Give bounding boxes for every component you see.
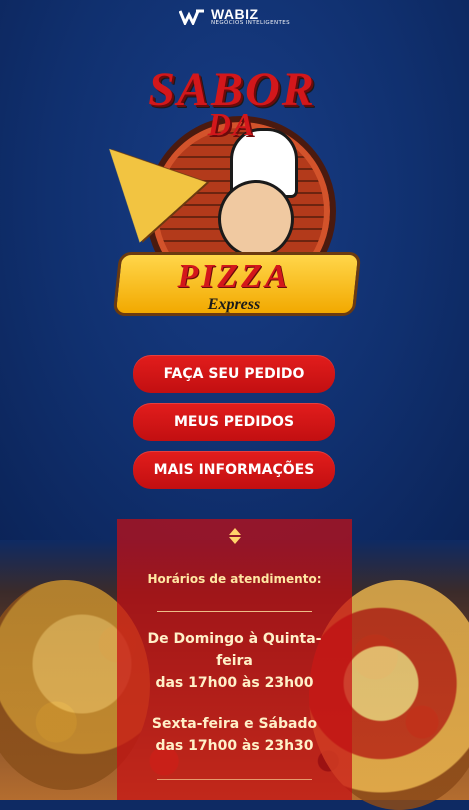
chevron-up-down-icon[interactable] bbox=[117, 527, 352, 548]
hours-line-4: Sexta-feira e Sábado bbox=[151, 716, 318, 732]
wabiz-brand-mark: WABIZ NEGÓCIOS INTELIGENTES bbox=[178, 7, 290, 27]
chef-face-graphic bbox=[218, 180, 294, 258]
hours-divider bbox=[157, 611, 312, 612]
hours-title: Horários de atendimento: bbox=[147, 572, 322, 586]
wabiz-logo-icon bbox=[178, 9, 205, 25]
logo-title-line2: DA bbox=[207, 106, 257, 142]
logo-ribbon-main: PIZZA bbox=[177, 258, 291, 295]
hours-line-5: das 17h00 às 23h30 bbox=[155, 738, 314, 754]
restaurant-logo: SABOR DA PIZZA Express bbox=[79, 62, 372, 332]
hours-line-3: das 17h00 às 23h00 bbox=[155, 675, 314, 691]
hours-line-2: feira bbox=[216, 653, 253, 669]
brand-header: WABIZ NEGÓCIOS INTELIGENTES bbox=[0, 7, 469, 29]
brand-name: WABIZ bbox=[210, 6, 259, 22]
more-info-button[interactable]: MAIS INFORMAÇÕES bbox=[133, 451, 335, 489]
hours-line-1: De Domingo à Quinta- bbox=[147, 631, 322, 647]
hours-divider-bottom bbox=[157, 779, 312, 780]
brand-tagline: NEGÓCIOS INTELIGENTES bbox=[210, 20, 291, 26]
order-button[interactable]: FAÇA SEU PEDIDO bbox=[133, 355, 335, 393]
my-orders-button[interactable]: MEUS PEDIDOS bbox=[133, 403, 335, 441]
logo-ribbon-sub: Express bbox=[207, 296, 261, 313]
brand-text: WABIZ NEGÓCIOS INTELIGENTES bbox=[211, 7, 290, 27]
hours-panel: Horários de atendimento: De Domingo à Qu… bbox=[117, 519, 352, 800]
